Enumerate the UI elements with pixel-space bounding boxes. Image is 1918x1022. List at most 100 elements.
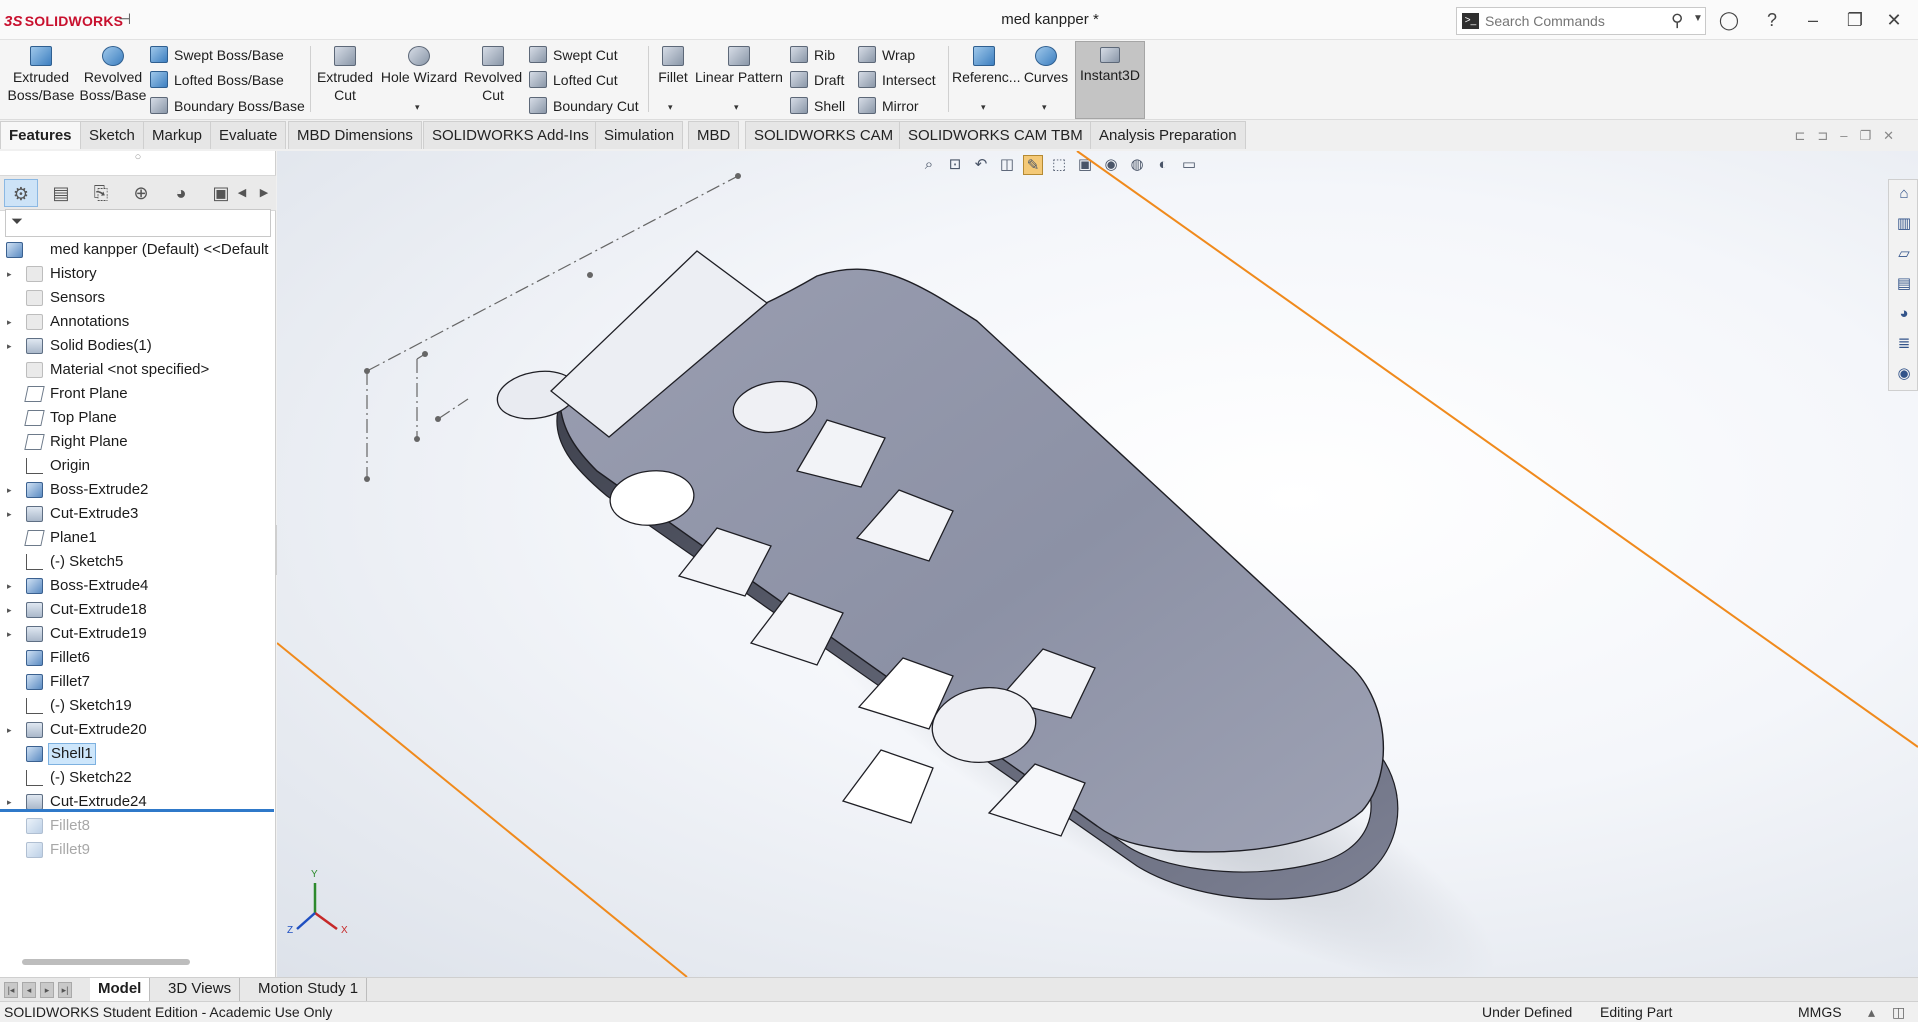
shell-button[interactable]: Shell — [790, 95, 845, 117]
mirror-button[interactable]: Mirror — [858, 95, 919, 117]
revolved-cut-button[interactable]: Revolved Cut — [462, 44, 524, 114]
tree-item[interactable]: Fillet9 — [0, 838, 276, 862]
model-canvas[interactable] — [277, 151, 1918, 977]
instant3d-button[interactable]: Instant3D — [1075, 41, 1145, 119]
tab-mbd[interactable]: MBD — [688, 121, 740, 149]
tree-item[interactable]: (-) Sketch19 — [0, 694, 276, 718]
tree-item[interactable]: Fillet7 — [0, 670, 276, 694]
custom-properties-icon[interactable]: ≣ — [1894, 334, 1914, 354]
user-account-icon[interactable]: ◯ — [1718, 9, 1740, 31]
design-library-icon[interactable]: ▱ — [1894, 244, 1914, 264]
tab-solidworks-cam[interactable]: SOLIDWORKS CAM — [745, 121, 903, 149]
extruded-cut-button[interactable]: Extruded Cut — [312, 44, 378, 114]
tree-item[interactable]: Origin — [0, 454, 276, 478]
dimxpert-tab-icon[interactable]: ⊕ — [124, 179, 158, 207]
extruded-boss-button[interactable]: Extruded Boss/Base — [6, 44, 76, 114]
tree-item[interactable]: ▸ History — [0, 262, 276, 286]
display-manager-tab-icon[interactable]: ◕ — [164, 179, 198, 207]
tree-item[interactable]: ▸ Cut-Extrude3 — [0, 502, 276, 526]
close-icon[interactable]: ✕ — [1883, 9, 1905, 31]
tree-item[interactable]: Right Plane — [0, 430, 276, 454]
tree-item[interactable]: Shell1 — [0, 742, 276, 766]
linear-pattern-button[interactable]: Linear Pattern — [694, 44, 784, 114]
last-tab-icon[interactable]: ▸| — [58, 982, 72, 998]
swept-boss-button[interactable]: Swept Boss/Base — [150, 44, 284, 66]
intersect-button[interactable]: Intersect — [858, 69, 936, 91]
first-tab-icon[interactable]: |◂ — [4, 982, 18, 998]
linear-pattern-dropdown-icon[interactable]: ▾ — [734, 102, 739, 113]
lofted-cut-button[interactable]: Lofted Cut — [529, 69, 618, 91]
help-icon[interactable]: ? — [1761, 9, 1783, 31]
rollback-bar[interactable] — [0, 809, 274, 812]
rib-button[interactable]: Rib — [790, 44, 835, 66]
tab-simulation[interactable]: Simulation — [595, 121, 684, 149]
prev-tab-icon[interactable]: ◂ — [22, 982, 36, 998]
resources-icon[interactable]: ▥ — [1894, 214, 1914, 234]
swept-cut-button[interactable]: Swept Cut — [529, 44, 618, 66]
notification-icon[interactable]: ◫ — [1892, 1002, 1905, 1022]
tab-motion-study-1[interactable]: Motion Study 1 — [250, 978, 368, 1001]
tree-item[interactable]: ▸ Annotations — [0, 310, 276, 334]
expand-arrow-icon[interactable]: ▸ — [7, 262, 12, 286]
tree-item[interactable]: Material <not specified> — [0, 358, 276, 382]
panel-grip-icon[interactable]: ○ — [0, 151, 276, 173]
tab-model[interactable]: Model — [90, 978, 151, 1001]
tree-item[interactable]: ▸ Boss-Extrude2 — [0, 478, 276, 502]
wrap-button[interactable]: Wrap — [858, 44, 915, 66]
tab-3d-views[interactable]: 3D Views — [160, 978, 241, 1001]
tab-scroll-right-icon[interactable]: ▶ — [254, 179, 274, 207]
tree-item[interactable]: Fillet6 — [0, 646, 276, 670]
tree-item[interactable]: ▸ Cut-Extrude20 — [0, 718, 276, 742]
tree-item[interactable]: Fillet8 — [0, 814, 276, 838]
pin-icon[interactable]: ⊣ — [118, 10, 136, 30]
restore-icon[interactable]: ❐ — [1844, 9, 1866, 31]
home-icon[interactable]: ⌂ — [1894, 184, 1914, 204]
units-dropdown-icon[interactable]: ▴ — [1868, 1002, 1875, 1022]
fillet-button[interactable]: Fillet — [652, 44, 694, 114]
tab-evaluate[interactable]: Evaluate — [210, 121, 287, 149]
tab-solidworks-add-ins[interactable]: SOLIDWORKS Add-Ins — [423, 121, 598, 149]
file-explorer-icon[interactable]: ▤ — [1894, 274, 1914, 294]
graphics-area[interactable]: ⌕ ⊡ ↶ ◫ ✎ ⬚ ▣ ◉ ◍ ◐ ▭ Y X Z ⌂ ▥ ▱ ▤ ◕ ≣ … — [277, 151, 1918, 977]
curves-dropdown-icon[interactable]: ▾ — [1042, 102, 1047, 113]
horizontal-scrollbar[interactable] — [22, 959, 190, 965]
tab-markup[interactable]: Markup — [143, 121, 212, 149]
reference-dropdown-icon[interactable]: ▾ — [981, 102, 986, 113]
feature-tree-tab-icon[interactable]: ⚙ — [4, 179, 38, 207]
tab-sketch[interactable]: Sketch — [80, 121, 144, 149]
tab-solidworks-cam-tbm[interactable]: SOLIDWORKS CAM TBM — [899, 121, 1092, 149]
tree-item[interactable]: Front Plane — [0, 382, 276, 406]
solidworks-logo[interactable]: 3S SOLIDWORKS — [4, 10, 123, 32]
tree-item[interactable]: (-) Sketch22 — [0, 766, 276, 790]
next-tab-icon[interactable]: ▸ — [40, 982, 54, 998]
tree-item[interactable]: ▸ Cut-Extrude18 — [0, 598, 276, 622]
expand-arrow-icon[interactable]: ▸ — [7, 502, 12, 526]
expand-arrow-icon[interactable]: ▸ — [7, 574, 12, 598]
tree-item[interactable]: ▸ Boss-Extrude4 — [0, 574, 276, 598]
viewport-window-controls[interactable]: ⊏⊐–❐✕ — [1794, 128, 1906, 144]
hole-wizard-dropdown-icon[interactable]: ▾ — [415, 102, 420, 113]
appearances-icon[interactable]: ◕ — [1894, 304, 1914, 324]
lofted-boss-button[interactable]: Lofted Boss/Base — [150, 69, 284, 91]
fillet-dropdown-icon[interactable]: ▾ — [668, 102, 673, 113]
tree-filter-input[interactable]: ⏷ — [5, 209, 271, 237]
expand-arrow-icon[interactable]: ▸ — [7, 334, 12, 358]
expand-arrow-icon[interactable]: ▸ — [7, 310, 12, 334]
units-selector[interactable]: MMGS — [1798, 1002, 1842, 1022]
tab-scroll-left-icon[interactable]: ◀ — [232, 179, 252, 207]
tree-root[interactable]: med kanpper (Default) <<Default — [0, 238, 276, 262]
expand-arrow-icon[interactable]: ▸ — [7, 478, 12, 502]
tab-analysis-preparation[interactable]: Analysis Preparation — [1090, 121, 1246, 149]
tree-item[interactable]: ▸ Cut-Extrude19 — [0, 622, 276, 646]
boundary-cut-button[interactable]: Boundary Cut — [529, 95, 639, 117]
tab-features[interactable]: Features — [0, 121, 81, 149]
boundary-boss-button[interactable]: Boundary Boss/Base — [150, 95, 305, 117]
tree-item[interactable]: ▸ Solid Bodies(1) — [0, 334, 276, 358]
search-commands-box[interactable]: >_ ⚲ ▼ — [1456, 7, 1706, 35]
expand-arrow-icon[interactable]: ▸ — [7, 622, 12, 646]
expand-arrow-icon[interactable]: ▸ — [7, 718, 12, 742]
revolved-boss-button[interactable]: Revolved Boss/Base — [78, 44, 148, 114]
tree-item[interactable]: Sensors — [0, 286, 276, 310]
draft-button[interactable]: Draft — [790, 69, 844, 91]
minimize-icon[interactable]: – — [1802, 9, 1824, 31]
